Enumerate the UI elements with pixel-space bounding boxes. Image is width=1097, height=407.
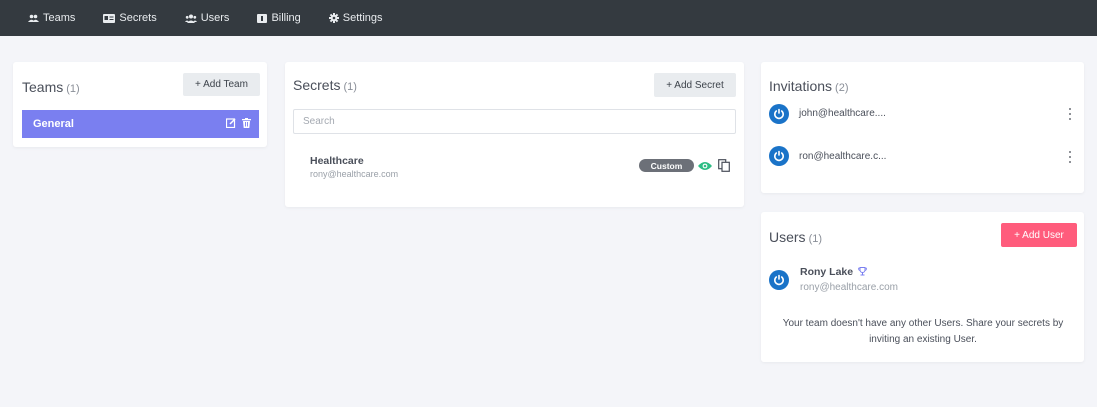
secrets-count: (1) [343,81,357,93]
teams-card: Teams (1) + Add Team General [13,62,267,147]
teams-icon [28,14,39,22]
add-secret-button[interactable]: + Add Secret [654,73,736,97]
trophy-icon [858,267,867,276]
secrets-search-input[interactable] [293,109,736,134]
eye-icon[interactable] [698,161,712,171]
nav-secrets-label: Secrets [119,12,157,24]
invitation-menu-icon[interactable] [1067,151,1073,163]
users-empty-note: Your team doesn't have any other Users. … [782,318,1064,345]
avatar [769,104,789,124]
user-email: rony@healthcare.com [800,282,898,293]
nav-users-label: Users [200,12,230,24]
nav-teams-label: Teams [43,12,76,24]
users-card: Users (1) + Add User Rony Lake rony@healt… [761,212,1084,362]
billing-icon [257,13,268,23]
avatar [769,146,789,166]
power-icon [774,108,784,120]
nav-billing-label: Billing [271,12,301,24]
secret-name[interactable]: Healthcare [310,155,364,167]
team-name: General [33,118,74,130]
invitations-card: Invitations (2) john@healthcare.... ron@h… [761,62,1084,193]
invitation-menu-icon[interactable] [1067,108,1073,120]
nav-teams[interactable]: Teams [28,12,75,24]
user-name: Rony Lake [800,266,867,278]
teams-title: Teams (1) [22,79,80,95]
users-count: (1) [808,233,823,245]
secrets-title: Secrets (1) [293,77,357,93]
invitations-title: Invitations (2) [769,78,849,94]
edit-icon[interactable] [226,118,236,128]
secrets-title-text: Secrets [293,77,341,93]
gear-icon [328,13,339,23]
invitation-email: ron@healthcare.c... [799,151,887,162]
power-icon [774,274,784,286]
add-team-button[interactable]: + Add Team [183,73,260,96]
trash-icon[interactable] [242,118,251,128]
invitation-email: john@healthcare.... [799,108,886,119]
users-title-text: Users [769,229,806,245]
teams-count: (1) [66,83,80,95]
users-title: Users (1) [769,229,822,245]
invitations-count: (2) [835,82,849,94]
users-icon [184,14,197,23]
secret-email: rony@healthcare.com [310,169,399,179]
add-user-button[interactable]: + Add User [1001,223,1077,247]
nav-settings[interactable]: Settings [328,12,383,24]
secrets-card: Secrets(1) + Add Secret Healthcare rony@… [285,62,744,207]
nav-users[interactable]: Users [184,12,230,24]
nav-secrets[interactable]: Secrets [103,12,157,24]
team-item-general[interactable]: General [22,110,259,138]
power-icon [774,150,784,162]
secret-type-badge: Custom [639,159,694,172]
copy-icon[interactable] [718,159,730,172]
user-name-text: Rony Lake [800,266,854,278]
nav-settings-label: Settings [342,12,383,24]
top-nav-bar: Teams Secrets Users Billing Settings [0,0,1097,36]
nav-billing[interactable]: Billing [257,12,301,24]
avatar [769,270,789,290]
invitations-title-text: Invitations [769,78,833,94]
teams-title-text: Teams [22,79,64,95]
id-card-icon [103,13,116,23]
